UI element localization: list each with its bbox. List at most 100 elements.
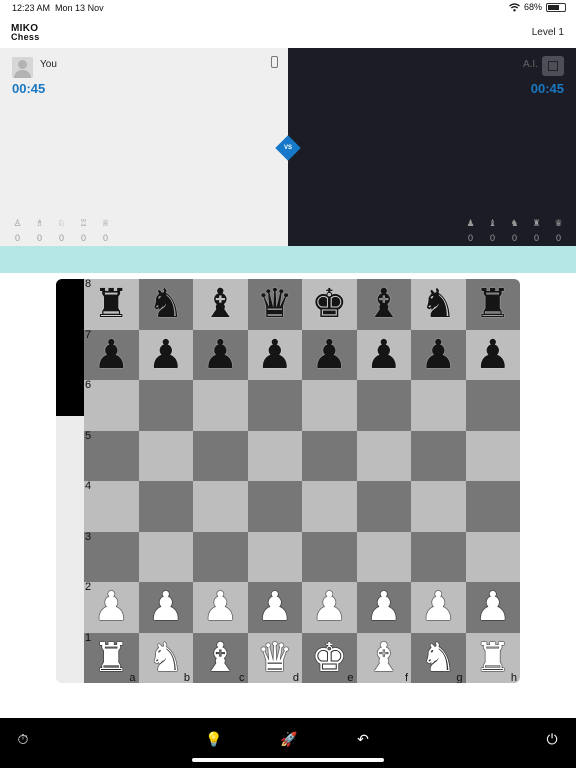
- square-h1[interactable]: h ♜: [465, 632, 521, 683]
- square-e8[interactable]: ♚: [302, 279, 357, 330]
- white-rook-icon[interactable]: ♜: [84, 635, 139, 681]
- white-pawn-icon[interactable]: ♟: [357, 584, 412, 630]
- square-c1[interactable]: c ♝: [193, 632, 248, 683]
- square-f8[interactable]: ♝: [356, 279, 412, 330]
- black-pawn-icon[interactable]: ♟: [84, 332, 139, 378]
- white-rook-icon[interactable]: ♜: [466, 635, 521, 681]
- square-b3[interactable]: [138, 531, 193, 582]
- square-a3[interactable]: 3: [84, 531, 139, 582]
- black-pawn-icon[interactable]: ♟: [139, 332, 194, 378]
- square-e4[interactable]: [302, 481, 357, 532]
- square-a5[interactable]: 5: [84, 430, 139, 481]
- square-c4[interactable]: [193, 481, 248, 532]
- timer-icon[interactable]: ⏱: [14, 730, 32, 748]
- white-bishop-icon[interactable]: ♝: [193, 635, 248, 681]
- square-g3[interactable]: [411, 531, 466, 582]
- square-b2[interactable]: ♟: [138, 582, 194, 633]
- square-e5[interactable]: [302, 430, 357, 481]
- square-b4[interactable]: [138, 481, 193, 532]
- square-e6[interactable]: [302, 380, 357, 431]
- square-g2[interactable]: ♟: [411, 582, 466, 633]
- square-e3[interactable]: [302, 531, 357, 582]
- white-pawn-icon[interactable]: ♟: [248, 584, 303, 630]
- white-pawn-icon[interactable]: ♟: [84, 584, 139, 630]
- white-king-icon[interactable]: ♚: [302, 635, 357, 681]
- square-e1[interactable]: e ♚: [302, 632, 357, 683]
- square-d1[interactable]: d ♛: [247, 632, 303, 683]
- square-f7[interactable]: ♟: [356, 329, 412, 380]
- square-g8[interactable]: ♞: [411, 279, 466, 330]
- square-c3[interactable]: [193, 531, 248, 582]
- white-queen-icon[interactable]: ♛: [248, 635, 303, 681]
- square-d5[interactable]: [247, 430, 302, 481]
- square-d2[interactable]: ♟: [247, 582, 303, 633]
- square-h3[interactable]: [465, 531, 520, 582]
- square-h6[interactable]: [465, 380, 520, 431]
- square-g4[interactable]: [411, 481, 466, 532]
- undo-icon[interactable]: ↶: [354, 730, 372, 748]
- square-c7[interactable]: ♟: [193, 329, 248, 380]
- square-g1[interactable]: g ♞: [411, 632, 466, 683]
- square-h8[interactable]: ♜: [465, 279, 521, 330]
- white-knight-icon[interactable]: ♞: [411, 635, 466, 681]
- white-bishop-icon[interactable]: ♝: [357, 635, 412, 681]
- square-c2[interactable]: ♟: [193, 582, 248, 633]
- black-rook-icon[interactable]: ♜: [84, 281, 139, 327]
- black-pawn-icon[interactable]: ♟: [466, 332, 521, 378]
- square-f6[interactable]: [356, 380, 411, 431]
- square-h5[interactable]: [465, 430, 520, 481]
- square-e7[interactable]: ♟: [302, 329, 357, 380]
- black-pawn-icon[interactable]: ♟: [302, 332, 357, 378]
- square-a4[interactable]: 4: [84, 481, 139, 532]
- white-pawn-icon[interactable]: ♟: [193, 584, 248, 630]
- square-b8[interactable]: ♞: [138, 279, 194, 330]
- chess-board[interactable]: 8 ♜ ♞ ♝ ♛ ♚ ♝ ♞ ♜ 7 ♟ ♟ ♟ ♟ ♟ ♟ ♟ ♟ 6 5 4 3 2 ♟ ♟ ♟ ♟ ♟ ♟ ♟ ♟ 1 a ♜ b ♞ c ♝ d ♛…: [84, 279, 520, 683]
- black-knight-icon[interactable]: ♞: [411, 281, 466, 327]
- rocket-icon[interactable]: 🚀: [280, 730, 298, 748]
- square-f2[interactable]: ♟: [356, 582, 412, 633]
- black-pawn-icon[interactable]: ♟: [248, 332, 303, 378]
- white-knight-icon[interactable]: ♞: [139, 635, 194, 681]
- square-c8[interactable]: ♝: [193, 279, 248, 330]
- square-b1[interactable]: b ♞: [138, 632, 194, 683]
- square-g5[interactable]: [411, 430, 466, 481]
- square-d3[interactable]: [247, 531, 302, 582]
- white-pawn-icon[interactable]: ♟: [466, 584, 521, 630]
- power-icon[interactable]: ⏻: [543, 730, 561, 748]
- square-g6[interactable]: [411, 380, 466, 431]
- black-pawn-icon[interactable]: ♟: [193, 332, 248, 378]
- square-c6[interactable]: [193, 380, 248, 431]
- square-a7[interactable]: 7 ♟: [84, 329, 139, 380]
- black-queen-icon[interactable]: ♛: [248, 281, 303, 327]
- black-rook-icon[interactable]: ♜: [466, 281, 521, 327]
- square-f3[interactable]: [356, 531, 411, 582]
- square-c5[interactable]: [193, 430, 248, 481]
- square-f4[interactable]: [356, 481, 411, 532]
- square-d8[interactable]: ♛: [247, 279, 303, 330]
- black-pawn-icon[interactable]: ♟: [357, 332, 412, 378]
- white-pawn-icon[interactable]: ♟: [302, 584, 357, 630]
- square-a2[interactable]: 2 ♟: [84, 582, 139, 633]
- square-a6[interactable]: 6: [84, 380, 139, 431]
- square-d7[interactable]: ♟: [247, 329, 303, 380]
- square-f1[interactable]: f ♝: [356, 632, 412, 683]
- square-f5[interactable]: [356, 430, 411, 481]
- square-a1[interactable]: 1 a ♜: [84, 632, 139, 683]
- white-pawn-icon[interactable]: ♟: [139, 584, 194, 630]
- square-h7[interactable]: ♟: [465, 329, 521, 380]
- hint-bulb-icon[interactable]: 💡: [205, 730, 223, 748]
- black-knight-icon[interactable]: ♞: [139, 281, 194, 327]
- white-pawn-icon[interactable]: ♟: [411, 584, 466, 630]
- square-d4[interactable]: [247, 481, 302, 532]
- square-b5[interactable]: [138, 430, 193, 481]
- square-h2[interactable]: ♟: [465, 582, 521, 633]
- square-a8[interactable]: 8 ♜: [84, 279, 139, 330]
- square-b6[interactable]: [138, 380, 193, 431]
- square-d6[interactable]: [247, 380, 302, 431]
- square-e2[interactable]: ♟: [302, 582, 357, 633]
- black-bishop-icon[interactable]: ♝: [357, 281, 412, 327]
- square-h4[interactable]: [465, 481, 520, 532]
- square-b7[interactable]: ♟: [138, 329, 194, 380]
- black-king-icon[interactable]: ♚: [302, 281, 357, 327]
- black-bishop-icon[interactable]: ♝: [193, 281, 248, 327]
